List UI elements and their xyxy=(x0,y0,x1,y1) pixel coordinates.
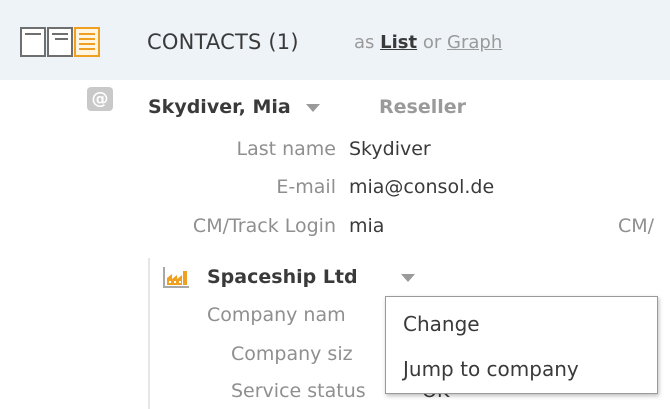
field-label-login: CM/Track Login xyxy=(192,215,336,237)
field-value-login: mia xyxy=(349,215,385,237)
field-label-cut: CM/ xyxy=(618,215,655,237)
list-view-link[interactable]: List xyxy=(380,32,417,53)
field-value-last-name: Skydiver xyxy=(349,138,431,160)
contacts-header: CONTACTS (1) as List or Graph xyxy=(0,0,670,80)
company-caret-down-icon[interactable] xyxy=(401,274,415,282)
list-view-icon[interactable] xyxy=(74,27,100,57)
contact-caret-down-icon[interactable] xyxy=(306,104,320,112)
menu-item-change[interactable]: Change xyxy=(403,312,480,336)
view-mode-switch: as List or Graph xyxy=(354,32,502,53)
field-label-email: E-mail xyxy=(276,176,336,198)
view-or: or xyxy=(422,32,442,53)
graph-view-link[interactable]: Graph xyxy=(447,32,502,53)
company-icon xyxy=(163,267,189,288)
field-label-company-name: Company nam xyxy=(207,304,346,326)
field-label-company-size: Company siz xyxy=(231,343,353,365)
field-value-email[interactable]: mia@consol.de xyxy=(349,176,494,198)
page-title: CONTACTS (1) xyxy=(147,30,299,54)
table-view-icon[interactable] xyxy=(20,27,46,57)
company-divider xyxy=(148,258,150,409)
view-prefix: as xyxy=(354,32,375,53)
contact-name[interactable]: Skydiver, Mia xyxy=(148,96,291,118)
company-context-menu: Change Jump to company xyxy=(385,296,658,394)
menu-item-jump-to-company[interactable]: Jump to company xyxy=(403,357,579,381)
field-label-service-status: Service status xyxy=(231,380,366,402)
field-label-last-name: Last name xyxy=(236,138,337,160)
contact-role: Reseller xyxy=(379,96,466,118)
company-name[interactable]: Spaceship Ltd xyxy=(207,266,358,288)
detail-view-icon[interactable] xyxy=(47,27,73,57)
email-contact-icon: @ xyxy=(87,87,113,111)
